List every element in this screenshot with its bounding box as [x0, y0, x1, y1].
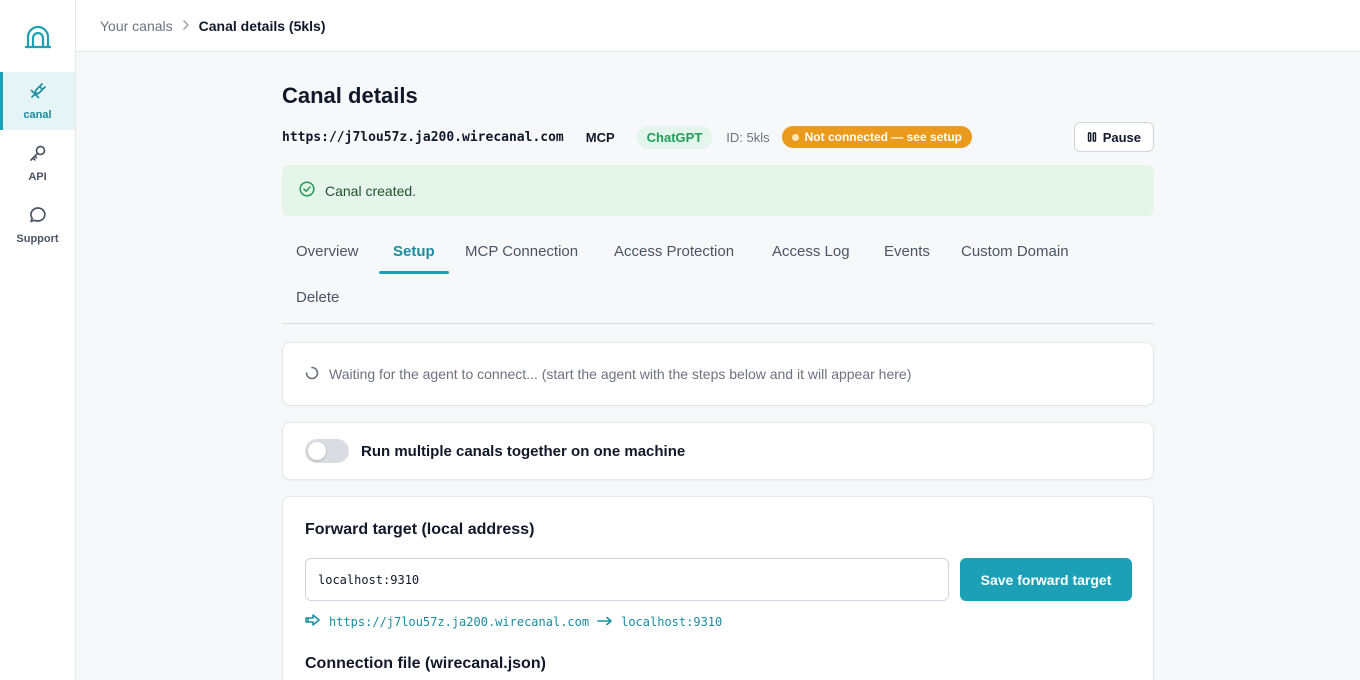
- tab-overview[interactable]: Overview: [282, 230, 373, 274]
- check-circle-icon: [299, 181, 315, 200]
- protocol-tag: MCP: [585, 129, 615, 145]
- tab-custom-domain[interactable]: Custom Domain: [947, 230, 1083, 274]
- forward-arrow-icon: [305, 614, 321, 629]
- chat-bubble-icon: [28, 205, 48, 230]
- tab-access-log[interactable]: Access Log: [758, 230, 864, 274]
- tab-mcp-connection[interactable]: MCP Connection: [451, 230, 592, 274]
- sidebar-item-label: canal: [23, 109, 52, 121]
- forward-target-title: Forward target (local address): [305, 521, 535, 538]
- page-title: Canal details: [282, 83, 418, 108]
- tab-events[interactable]: Events: [870, 230, 944, 274]
- plug-icon: [28, 81, 48, 106]
- sidebar-item-canal[interactable]: canal: [0, 72, 75, 130]
- tab-access-protection[interactable]: Access Protection: [600, 230, 748, 274]
- tab-setup[interactable]: Setup: [379, 230, 449, 274]
- pause-button[interactable]: Pause: [1073, 122, 1154, 152]
- waiting-message: Waiting for the agent to connect... (sta…: [329, 366, 912, 382]
- sidebar: canal API Support: [0, 0, 76, 680]
- status-badge[interactable]: Not connected — see setup: [781, 126, 972, 148]
- canal-id: ID: 5kls: [726, 129, 770, 145]
- waiting-card: Waiting for the agent to connect... (sta…: [282, 342, 1154, 406]
- connection-file-title: Connection file (wirecanal.json): [305, 655, 546, 672]
- route-from-link[interactable]: https://j7lou57z.ja200.wirecanal.com: [329, 615, 589, 629]
- sidebar-item-label: API: [28, 171, 47, 183]
- canal-url: https://j7lou57z.ja200.wirecanal.com: [282, 129, 564, 145]
- tab-bar: Overview Setup MCP Connection Access Pro…: [282, 230, 1154, 324]
- chevron-right-icon: [182, 18, 190, 33]
- save-forward-target-button[interactable]: Save forward target: [960, 558, 1132, 601]
- client-badge: ChatGPT: [636, 125, 713, 149]
- multi-canal-toggle[interactable]: [305, 439, 349, 463]
- key-icon: [28, 143, 48, 168]
- spinner-icon: [305, 366, 319, 383]
- sidebar-item-api[interactable]: API: [0, 134, 75, 192]
- sidebar-item-label: Support: [16, 233, 59, 245]
- tab-delete[interactable]: Delete: [282, 276, 353, 320]
- toggle-knob: [308, 442, 326, 460]
- route-preview: https://j7lou57z.ja200.wirecanal.com loc…: [305, 614, 722, 629]
- breadcrumb-current: Canal details (5kls): [198, 17, 326, 34]
- sidebar-item-support[interactable]: Support: [0, 196, 75, 254]
- pause-label: Pause: [1102, 129, 1141, 145]
- status-dot-icon: [791, 133, 799, 141]
- pause-icon: [1087, 130, 1097, 145]
- multi-canal-label: Run multiple canals together on one mach…: [361, 442, 686, 460]
- success-alert: Canal created.: [282, 165, 1154, 216]
- breadcrumb: Your canals Canal details (5kls): [76, 0, 1360, 52]
- multi-canal-card: Run multiple canals together on one mach…: [282, 422, 1154, 480]
- breadcrumb-link-your-canals[interactable]: Your canals: [100, 18, 173, 34]
- status-text: Not connected — see setup: [804, 130, 962, 144]
- forward-target-card: Forward target (local address) Save forw…: [282, 496, 1154, 680]
- route-to: localhost:9310: [621, 614, 723, 629]
- canal-meta-row: https://j7lou57z.ja200.wirecanal.com MCP…: [282, 121, 1154, 153]
- right-arrow-icon: [597, 615, 613, 629]
- alert-message: Canal created.: [325, 182, 417, 199]
- forward-target-input[interactable]: [305, 558, 949, 601]
- tunnel-arch-icon[interactable]: [24, 24, 52, 52]
